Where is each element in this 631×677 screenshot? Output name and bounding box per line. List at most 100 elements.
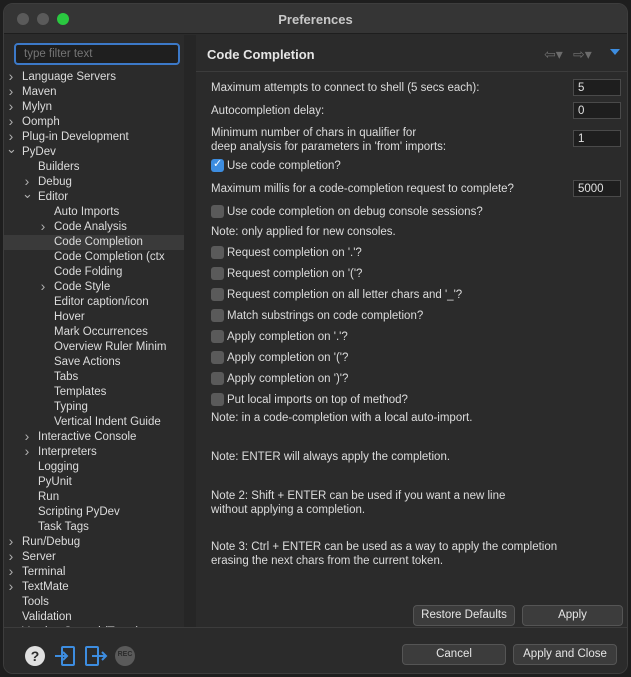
tree-item-label: Code Folding: [54, 266, 123, 278]
tree-item[interactable]: › Server: [4, 549, 184, 565]
tree-item-label: PyDev: [22, 146, 56, 158]
tree-item[interactable]: › Code Analysis: [4, 219, 184, 235]
tree-item[interactable]: Vertical Indent Guide: [4, 415, 184, 430]
tree-item[interactable]: Editor caption/icon: [4, 295, 184, 310]
view-menu-icon[interactable]: [610, 49, 620, 55]
panel-splitter[interactable]: [184, 35, 196, 627]
tree-item[interactable]: Builders: [4, 160, 184, 175]
autocompletion-delay-input[interactable]: [573, 102, 621, 119]
tree-item[interactable]: Auto Imports: [4, 205, 184, 220]
chevron-right-icon[interactable]: ›: [22, 429, 32, 444]
tree-item-label: Mark Occurrences: [54, 326, 148, 338]
option-checkbox[interactable]: [211, 288, 224, 301]
option-checkbox[interactable]: [211, 351, 224, 364]
tree-item[interactable]: Mark Occurrences: [4, 325, 184, 340]
chevron-right-icon[interactable]: ›: [38, 219, 48, 234]
tree-item-label: Terminal: [22, 566, 66, 578]
help-icon[interactable]: ?: [24, 645, 46, 667]
tree-item[interactable]: › Interactive Console: [4, 429, 184, 445]
tree-item-label: Code Completion: [54, 236, 143, 248]
tree-item[interactable]: Typing: [4, 400, 184, 415]
chevron-right-icon[interactable]: ›: [6, 84, 16, 99]
option-checkbox[interactable]: [211, 372, 224, 385]
tree-item[interactable]: ⌄ PyDev: [4, 141, 184, 160]
tree-item[interactable]: › Oomph: [4, 114, 184, 130]
use-code-completion-label: Use code completion?: [227, 160, 341, 172]
apply-and-close-button[interactable]: Apply and Close: [513, 644, 617, 665]
tree-item[interactable]: Code Completion (ctx: [4, 250, 184, 265]
option-checkbox[interactable]: [211, 267, 224, 280]
chevron-right-icon[interactable]: ›: [22, 444, 32, 459]
tree-item-label: Templates: [54, 386, 107, 398]
tree-item[interactable]: Task Tags: [4, 520, 184, 535]
tree-item[interactable]: Save Actions: [4, 355, 184, 370]
note-local-import: Note: in a code-completion with a local …: [211, 412, 473, 424]
option-label: Match substrings on code completion?: [227, 310, 424, 322]
autocompletion-delay-label: Autocompletion delay:: [211, 105, 325, 117]
chevron-right-icon[interactable]: ›: [6, 549, 16, 564]
option-checkbox[interactable]: [211, 246, 224, 259]
tree-item[interactable]: › Terminal: [4, 564, 184, 580]
tree-item[interactable]: Templates: [4, 385, 184, 400]
tree-item[interactable]: › Language Servers: [4, 69, 184, 85]
tree-item[interactable]: Code Completion: [4, 235, 184, 250]
tree-item-label: Logging: [38, 461, 79, 473]
tree-item-label: Run: [38, 491, 60, 503]
chevron-right-icon[interactable]: ›: [6, 534, 16, 549]
tree-item[interactable]: Scripting PyDev: [4, 505, 184, 520]
min-chars-input[interactable]: [573, 130, 621, 147]
tree-item[interactable]: › TextMate: [4, 579, 184, 595]
tree-item-label: Tools: [22, 596, 49, 608]
restore-defaults-button[interactable]: Restore Defaults: [413, 605, 515, 626]
tree-item[interactable]: PyUnit: [4, 475, 184, 490]
apply-button[interactable]: Apply: [522, 605, 623, 626]
chevron-right-icon[interactable]: ›: [38, 279, 48, 294]
tree-item[interactable]: Tools: [4, 595, 184, 610]
import-icon[interactable]: [54, 645, 76, 667]
min-chars-label-line2: deep analysis for parameters in 'from' i…: [211, 141, 447, 153]
chevron-right-icon[interactable]: ›: [6, 564, 16, 579]
debug-console-completion-checkbox[interactable]: [211, 205, 224, 218]
tree-item[interactable]: Code Folding: [4, 265, 184, 280]
tree-item-label: Language Servers: [22, 71, 116, 83]
tree-item[interactable]: ⌄ Editor: [4, 186, 184, 205]
tree-item[interactable]: Logging: [4, 460, 184, 475]
tree-item-label: Interactive Console: [38, 431, 137, 443]
back-arrow-icon[interactable]: ⇦▾: [544, 46, 563, 63]
tree-item[interactable]: Tabs: [4, 370, 184, 385]
tree-item[interactable]: › Interpreters: [4, 444, 184, 460]
tree-item[interactable]: Run: [4, 490, 184, 505]
tree-item[interactable]: Hover: [4, 310, 184, 325]
chevron-right-icon[interactable]: ›: [6, 114, 16, 129]
tree-item[interactable]: Overview Ruler Minim: [4, 340, 184, 355]
tree-item[interactable]: › Mylyn: [4, 99, 184, 115]
filter-input[interactable]: [14, 43, 180, 65]
chevron-right-icon[interactable]: ›: [6, 69, 16, 84]
note2-line1: Note 2: Shift + ENTER can be used if you…: [211, 490, 506, 502]
option-checkbox[interactable]: [211, 393, 224, 406]
option-label: Apply completion on '('?: [227, 352, 349, 364]
option-checkbox[interactable]: [211, 330, 224, 343]
tree-item-label: Mylyn: [22, 101, 53, 113]
option-label: Apply completion on ')'?: [227, 373, 349, 385]
chevron-down-icon[interactable]: ⌄: [22, 186, 33, 201]
forward-arrow-icon[interactable]: ⇨▾: [573, 46, 592, 63]
tree-item[interactable]: › Maven: [4, 84, 184, 100]
chevron-right-icon[interactable]: ›: [6, 579, 16, 594]
chevron-right-icon[interactable]: ›: [6, 99, 16, 114]
tree-item[interactable]: › Run/Debug: [4, 534, 184, 550]
max-millis-input[interactable]: [573, 180, 621, 197]
tree-item[interactable]: › Code Style: [4, 279, 184, 295]
dialog-footer: ? REC Cancel Apply and Close: [4, 627, 627, 673]
export-icon[interactable]: [84, 645, 108, 667]
option-checkbox[interactable]: [211, 309, 224, 322]
option-label: Request completion on all letter chars a…: [227, 289, 463, 301]
cancel-button[interactable]: Cancel: [402, 644, 506, 665]
tree-item[interactable]: Validation: [4, 610, 184, 625]
tree-item[interactable]: › Plug-in Development: [4, 129, 184, 145]
chevron-down-icon[interactable]: ⌄: [6, 141, 17, 156]
max-attempts-input[interactable]: [573, 79, 621, 96]
page-title: Code Completion: [207, 47, 315, 62]
tree-item-label: Typing: [54, 401, 88, 413]
use-code-completion-checkbox[interactable]: [211, 157, 224, 172]
